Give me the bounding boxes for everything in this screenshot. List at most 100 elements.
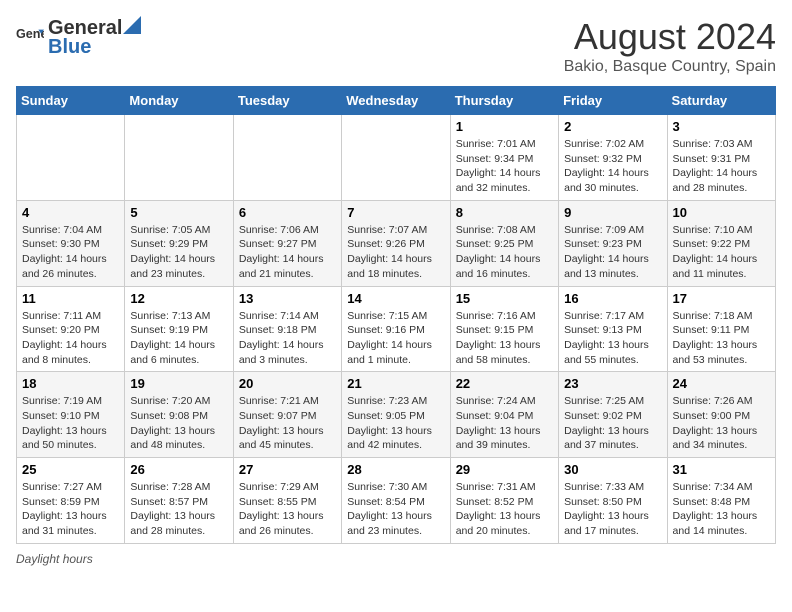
weekday-header: Tuesday: [233, 87, 341, 115]
day-info: Sunrise: 7:17 AM Sunset: 9:13 PM Dayligh…: [564, 309, 661, 368]
calendar-day-cell: 17 Sunrise: 7:18 AM Sunset: 9:11 PM Dayli…: [667, 286, 775, 372]
weekday-header: Monday: [125, 87, 233, 115]
logo-icon: General: [16, 24, 44, 52]
calendar-day-cell: 1 Sunrise: 7:01 AM Sunset: 9:34 PM Daylig…: [450, 115, 558, 201]
calendar-day-cell: 7 Sunrise: 7:07 AM Sunset: 9:26 PM Daylig…: [342, 200, 450, 286]
weekday-header: Thursday: [450, 87, 558, 115]
weekday-header: Friday: [559, 87, 667, 115]
day-number: 17: [673, 291, 770, 306]
day-number: 1: [456, 119, 553, 134]
day-number: 21: [347, 376, 444, 391]
day-number: 16: [564, 291, 661, 306]
day-info: Sunrise: 7:14 AM Sunset: 9:18 PM Dayligh…: [239, 309, 336, 368]
calendar-day-cell: 25 Sunrise: 7:27 AM Sunset: 8:59 PM Dayli…: [17, 458, 125, 544]
calendar-day-cell: 24 Sunrise: 7:26 AM Sunset: 9:00 PM Dayli…: [667, 372, 775, 458]
calendar-table: SundayMondayTuesdayWednesdayThursdayFrid…: [16, 86, 776, 544]
calendar-day-cell: 10 Sunrise: 7:10 AM Sunset: 9:22 PM Dayli…: [667, 200, 775, 286]
svg-text:General: General: [16, 27, 44, 41]
calendar-week-row: 18 Sunrise: 7:19 AM Sunset: 9:10 PM Dayli…: [17, 372, 776, 458]
day-number: 13: [239, 291, 336, 306]
day-info: Sunrise: 7:04 AM Sunset: 9:30 PM Dayligh…: [22, 223, 119, 282]
day-info: Sunrise: 7:01 AM Sunset: 9:34 PM Dayligh…: [456, 137, 553, 196]
day-info: Sunrise: 7:31 AM Sunset: 8:52 PM Dayligh…: [456, 480, 553, 539]
calendar-day-cell: 28 Sunrise: 7:30 AM Sunset: 8:54 PM Dayli…: [342, 458, 450, 544]
day-info: Sunrise: 7:13 AM Sunset: 9:19 PM Dayligh…: [130, 309, 227, 368]
calendar-title: August 2024: [564, 16, 776, 58]
day-number: 3: [673, 119, 770, 134]
day-number: 8: [456, 205, 553, 220]
day-info: Sunrise: 7:20 AM Sunset: 9:08 PM Dayligh…: [130, 394, 227, 453]
day-number: 28: [347, 462, 444, 477]
day-info: Sunrise: 7:05 AM Sunset: 9:29 PM Dayligh…: [130, 223, 227, 282]
logo: General General Blue: [16, 16, 142, 59]
day-info: Sunrise: 7:24 AM Sunset: 9:04 PM Dayligh…: [456, 394, 553, 453]
day-number: 23: [564, 376, 661, 391]
day-info: Sunrise: 7:26 AM Sunset: 9:00 PM Dayligh…: [673, 394, 770, 453]
day-number: 27: [239, 462, 336, 477]
calendar-day-cell: 16 Sunrise: 7:17 AM Sunset: 9:13 PM Dayli…: [559, 286, 667, 372]
calendar-day-cell: 23 Sunrise: 7:25 AM Sunset: 9:02 PM Dayli…: [559, 372, 667, 458]
day-info: Sunrise: 7:08 AM Sunset: 9:25 PM Dayligh…: [456, 223, 553, 282]
day-number: 10: [673, 205, 770, 220]
weekday-header: Sunday: [17, 87, 125, 115]
day-number: 9: [564, 205, 661, 220]
day-info: Sunrise: 7:10 AM Sunset: 9:22 PM Dayligh…: [673, 223, 770, 282]
day-number: 25: [22, 462, 119, 477]
calendar-day-cell: 13 Sunrise: 7:14 AM Sunset: 9:18 PM Dayli…: [233, 286, 341, 372]
calendar-day-cell: 18 Sunrise: 7:19 AM Sunset: 9:10 PM Dayli…: [17, 372, 125, 458]
calendar-day-cell: 30Sunrise: 7:33 AM Sunset: 8:50 PM Dayli…: [559, 458, 667, 544]
calendar-subtitle: Bakio, Basque Country, Spain: [564, 58, 776, 76]
day-info: Sunrise: 7:18 AM Sunset: 9:11 PM Dayligh…: [673, 309, 770, 368]
day-info: Sunrise: 7:27 AM Sunset: 8:59 PM Dayligh…: [22, 480, 119, 539]
title-block: August 2024 Bakio, Basque Country, Spain: [564, 16, 776, 76]
day-info: Sunrise: 7:15 AM Sunset: 9:16 PM Dayligh…: [347, 309, 444, 368]
day-number: 22: [456, 376, 553, 391]
calendar-day-cell: [342, 115, 450, 201]
day-number: 12: [130, 291, 227, 306]
day-info: Sunrise: 7:29 AM Sunset: 8:55 PM Dayligh…: [239, 480, 336, 539]
calendar-day-cell: 9Sunrise: 7:09 AM Sunset: 9:23 PM Daylig…: [559, 200, 667, 286]
calendar-day-cell: 31Sunrise: 7:34 AM Sunset: 8:48 PM Dayli…: [667, 458, 775, 544]
calendar-day-cell: 29 Sunrise: 7:31 AM Sunset: 8:52 PM Dayli…: [450, 458, 558, 544]
calendar-day-cell: 15 Sunrise: 7:16 AM Sunset: 9:15 PM Dayli…: [450, 286, 558, 372]
weekday-header: Saturday: [667, 87, 775, 115]
day-info: Sunrise: 7:19 AM Sunset: 9:10 PM Dayligh…: [22, 394, 119, 453]
day-number: 11: [22, 291, 119, 306]
day-number: 7: [347, 205, 444, 220]
calendar-day-cell: 27 Sunrise: 7:29 AM Sunset: 8:55 PM Dayli…: [233, 458, 341, 544]
day-number: 26: [130, 462, 227, 477]
page-header: General General Blue August 2024 Bakio, …: [16, 16, 776, 76]
day-info: Sunrise: 7:25 AM Sunset: 9:02 PM Dayligh…: [564, 394, 661, 453]
day-info: Sunrise: 7:02 AM Sunset: 9:32 PM Dayligh…: [564, 137, 661, 196]
day-number: 4: [22, 205, 119, 220]
day-info: Sunrise: 7:33 AM Sunset: 8:50 PM Dayligh…: [564, 480, 661, 539]
day-number: 18: [22, 376, 119, 391]
day-info: Sunrise: 7:07 AM Sunset: 9:26 PM Dayligh…: [347, 223, 444, 282]
day-info: Sunrise: 7:23 AM Sunset: 9:05 PM Dayligh…: [347, 394, 444, 453]
day-number: 24: [673, 376, 770, 391]
day-number: 29: [456, 462, 553, 477]
calendar-day-cell: 19 Sunrise: 7:20 AM Sunset: 9:08 PM Dayli…: [125, 372, 233, 458]
calendar-week-row: 25 Sunrise: 7:27 AM Sunset: 8:59 PM Dayli…: [17, 458, 776, 544]
calendar-week-row: 4 Sunrise: 7:04 AM Sunset: 9:30 PM Daylig…: [17, 200, 776, 286]
day-info: Sunrise: 7:16 AM Sunset: 9:15 PM Dayligh…: [456, 309, 553, 368]
calendar-day-cell: 4 Sunrise: 7:04 AM Sunset: 9:30 PM Daylig…: [17, 200, 125, 286]
calendar-day-cell: 3Sunrise: 7:03 AM Sunset: 9:31 PM Daylig…: [667, 115, 775, 201]
day-info: Sunrise: 7:06 AM Sunset: 9:27 PM Dayligh…: [239, 223, 336, 282]
calendar-day-cell: 22 Sunrise: 7:24 AM Sunset: 9:04 PM Dayli…: [450, 372, 558, 458]
calendar-day-cell: 5Sunrise: 7:05 AM Sunset: 9:29 PM Daylig…: [125, 200, 233, 286]
calendar-header-row: SundayMondayTuesdayWednesdayThursdayFrid…: [17, 87, 776, 115]
day-number: 19: [130, 376, 227, 391]
calendar-day-cell: 20Sunrise: 7:21 AM Sunset: 9:07 PM Dayli…: [233, 372, 341, 458]
day-number: 15: [456, 291, 553, 306]
footer: Daylight hours: [16, 552, 776, 566]
calendar-week-row: 1 Sunrise: 7:01 AM Sunset: 9:34 PM Daylig…: [17, 115, 776, 201]
weekday-header: Wednesday: [342, 87, 450, 115]
day-info: Sunrise: 7:30 AM Sunset: 8:54 PM Dayligh…: [347, 480, 444, 539]
calendar-day-cell: 14 Sunrise: 7:15 AM Sunset: 9:16 PM Dayli…: [342, 286, 450, 372]
calendar-day-cell: [17, 115, 125, 201]
day-number: 6: [239, 205, 336, 220]
day-number: 14: [347, 291, 444, 306]
calendar-day-cell: 11Sunrise: 7:11 AM Sunset: 9:20 PM Dayli…: [17, 286, 125, 372]
calendar-day-cell: 21 Sunrise: 7:23 AM Sunset: 9:05 PM Dayli…: [342, 372, 450, 458]
